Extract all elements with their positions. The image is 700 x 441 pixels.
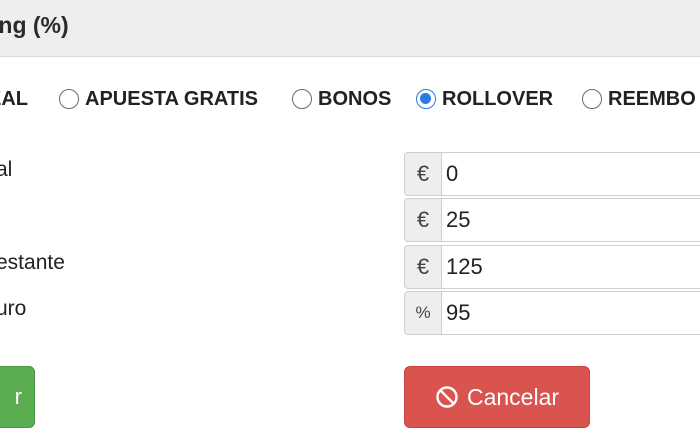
panel-header: ing (%)	[0, 0, 700, 57]
percent-addon: %	[404, 291, 442, 335]
radio-label: ROLLOVER	[442, 87, 554, 110]
radio-label: APUESTA GRATIS	[85, 87, 258, 110]
submit-button[interactable]: r	[0, 366, 35, 428]
radio-option-apuesta-gratis[interactable]: APUESTA GRATIS	[59, 84, 258, 114]
field-label-remaining: estante	[0, 251, 65, 274]
remaining-input[interactable]	[441, 245, 700, 289]
input-group-percent: %	[404, 291, 700, 335]
panel-title: ing (%)	[0, 12, 69, 38]
radio-button-selected[interactable]	[416, 89, 436, 109]
radio-button[interactable]	[292, 89, 312, 109]
radio-label: BONOS	[318, 87, 392, 110]
stake-input[interactable]	[441, 152, 700, 196]
radio-option-bonos[interactable]: BONOS	[292, 84, 391, 114]
radio-label: EAL	[0, 87, 28, 110]
radio-label: REEMBO	[608, 87, 696, 110]
radio-option-reembolso[interactable]: REEMBO	[582, 84, 696, 114]
radio-option-eal[interactable]: EAL	[0, 84, 28, 114]
cancel-button[interactable]: Cancelar	[404, 366, 590, 428]
radio-button[interactable]	[582, 89, 602, 109]
amount-input[interactable]	[441, 198, 700, 242]
euro-addon: €	[404, 198, 442, 242]
input-group-amount: €	[404, 198, 700, 242]
input-group-stake: €	[404, 152, 700, 196]
percent-input[interactable]	[441, 291, 700, 335]
field-label-stake: al	[0, 158, 13, 181]
input-group-remaining: €	[404, 245, 700, 289]
ban-icon	[435, 385, 459, 409]
radio-option-rollover[interactable]: ROLLOVER	[416, 84, 553, 114]
submit-button-label: r	[14, 384, 22, 409]
euro-addon: €	[404, 245, 442, 289]
field-label-percent: uro	[0, 297, 27, 320]
euro-addon: €	[404, 152, 442, 196]
radio-button[interactable]	[59, 89, 79, 109]
cancel-button-label: Cancelar	[466, 383, 560, 410]
